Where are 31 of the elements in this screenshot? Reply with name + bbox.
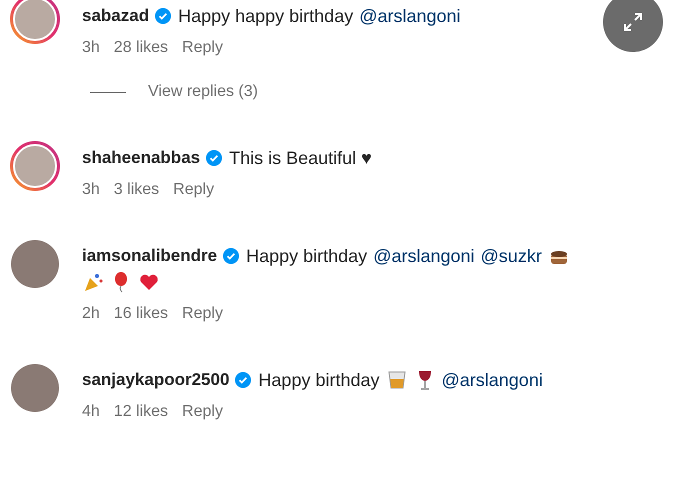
expand-icon bbox=[621, 10, 645, 34]
party-popper-icon bbox=[82, 271, 104, 293]
username[interactable]: sabazad bbox=[82, 6, 150, 26]
comment-time: 4h bbox=[82, 403, 100, 421]
comment-text: Happy birthday bbox=[258, 370, 380, 390]
reply-link[interactable]: Reply bbox=[173, 181, 214, 199]
expand-button[interactable] bbox=[603, 0, 663, 52]
mention-link[interactable]: @arslangoni bbox=[373, 246, 475, 266]
comment-time: 3h bbox=[82, 181, 100, 199]
comment-time: 2h bbox=[82, 305, 100, 323]
username[interactable]: iamsonalibendre bbox=[82, 246, 218, 266]
comment-text: Happy happy birthday bbox=[178, 6, 354, 26]
mention-link[interactable]: @suzkr bbox=[480, 246, 542, 266]
view-replies-link[interactable]: View replies (3) bbox=[148, 83, 258, 101]
reply-link[interactable]: Reply bbox=[182, 403, 223, 421]
tumbler-glass-icon bbox=[386, 369, 408, 391]
comment-text: Happy birthday bbox=[246, 246, 368, 266]
comment-time: 3h bbox=[82, 39, 100, 57]
avatar[interactable] bbox=[10, 0, 60, 44]
likes-count[interactable]: 3 likes bbox=[114, 181, 160, 199]
mention-link[interactable]: @arslangoni bbox=[359, 6, 461, 26]
mention-link[interactable]: @arslangoni bbox=[442, 370, 543, 390]
reply-link[interactable]: Reply bbox=[182, 305, 223, 323]
username[interactable]: sanjaykapoor2500 bbox=[82, 370, 230, 390]
likes-count[interactable]: 28 likes bbox=[114, 39, 168, 57]
comment-text: This is Beautiful ♥ bbox=[229, 148, 372, 168]
likes-count[interactable]: 12 likes bbox=[114, 403, 168, 421]
username[interactable]: shaheenabbas bbox=[82, 148, 200, 168]
likes-count[interactable]: 16 likes bbox=[114, 305, 168, 323]
reply-link[interactable]: Reply bbox=[182, 39, 223, 57]
avatar[interactable] bbox=[10, 141, 60, 191]
